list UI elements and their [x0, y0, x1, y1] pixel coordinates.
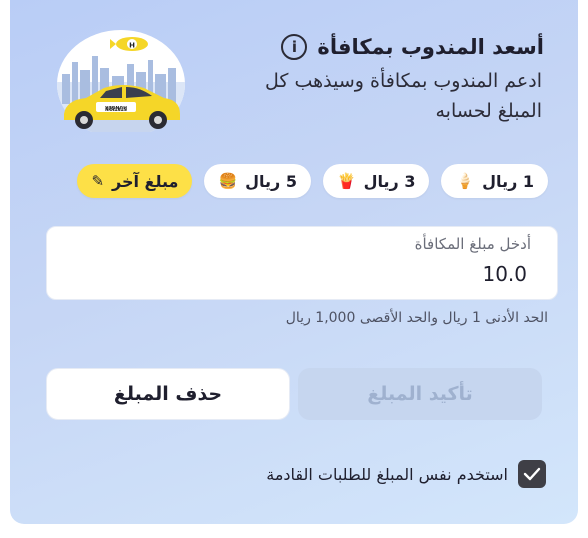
confirm-amount-button[interactable]: تأكيد المبلغ	[298, 368, 542, 420]
tip-amount-field[interactable]: أدخل مبلغ المكافأة	[46, 226, 558, 300]
tip-option-label: 3 ريال	[363, 171, 416, 191]
tip-option-other[interactable]: مبلغ آخر ✎	[77, 164, 193, 198]
save-preference-row[interactable]: استخدم نفس المبلغ للطلبات القادمة	[266, 460, 546, 488]
svg-text:STATION: STATION	[105, 106, 127, 112]
page-title: أسعد المندوب بمكافأة	[317, 35, 544, 59]
tip-card: H HUNGER STATION أسعد المندوب بمكافأة i …	[10, 0, 578, 524]
tip-option-5[interactable]: 5 ريال 🍔	[204, 164, 311, 198]
tip-amount-input[interactable]	[325, 261, 529, 287]
delete-amount-button[interactable]: حذف المبلغ	[46, 368, 290, 420]
tip-option-label: 5 ريال	[245, 171, 297, 191]
pencil-icon: ✎	[91, 172, 105, 190]
amount-limits-hint: الحد الأدنى 1 ريال والحد الأقصى 1,000 ري…	[285, 310, 548, 326]
tip-option-1[interactable]: 1 ريال 🍦	[441, 164, 548, 198]
burger-icon: 🍔	[218, 172, 238, 190]
ice-cream-icon: 🍦	[455, 172, 475, 190]
delivery-illustration: H HUNGER STATION	[57, 30, 185, 132]
subtitle: ادعم المندوب بمكافأة وسيذهب كل المبلغ لح…	[265, 70, 542, 122]
tip-options: 1 ريال 🍦 3 ريال 🍟 5 ريال 🍔 مبلغ آخر ✎	[77, 164, 548, 198]
save-preference-checkbox[interactable]	[518, 460, 546, 488]
tip-option-label: مبلغ آخر	[112, 171, 179, 191]
header: أسعد المندوب بمكافأة i	[281, 34, 544, 60]
tip-amount-label: أدخل مبلغ المكافأة	[414, 235, 531, 253]
tip-option-label: 1 ريال	[482, 171, 534, 191]
checkmark-icon	[523, 467, 541, 481]
fries-icon: 🍟	[336, 172, 356, 190]
svg-text:H: H	[129, 42, 135, 50]
save-preference-label: استخدم نفس المبلغ للطلبات القادمة	[266, 464, 508, 484]
tip-option-3[interactable]: 3 ريال 🍟	[322, 164, 430, 198]
info-icon[interactable]: i	[281, 34, 308, 60]
